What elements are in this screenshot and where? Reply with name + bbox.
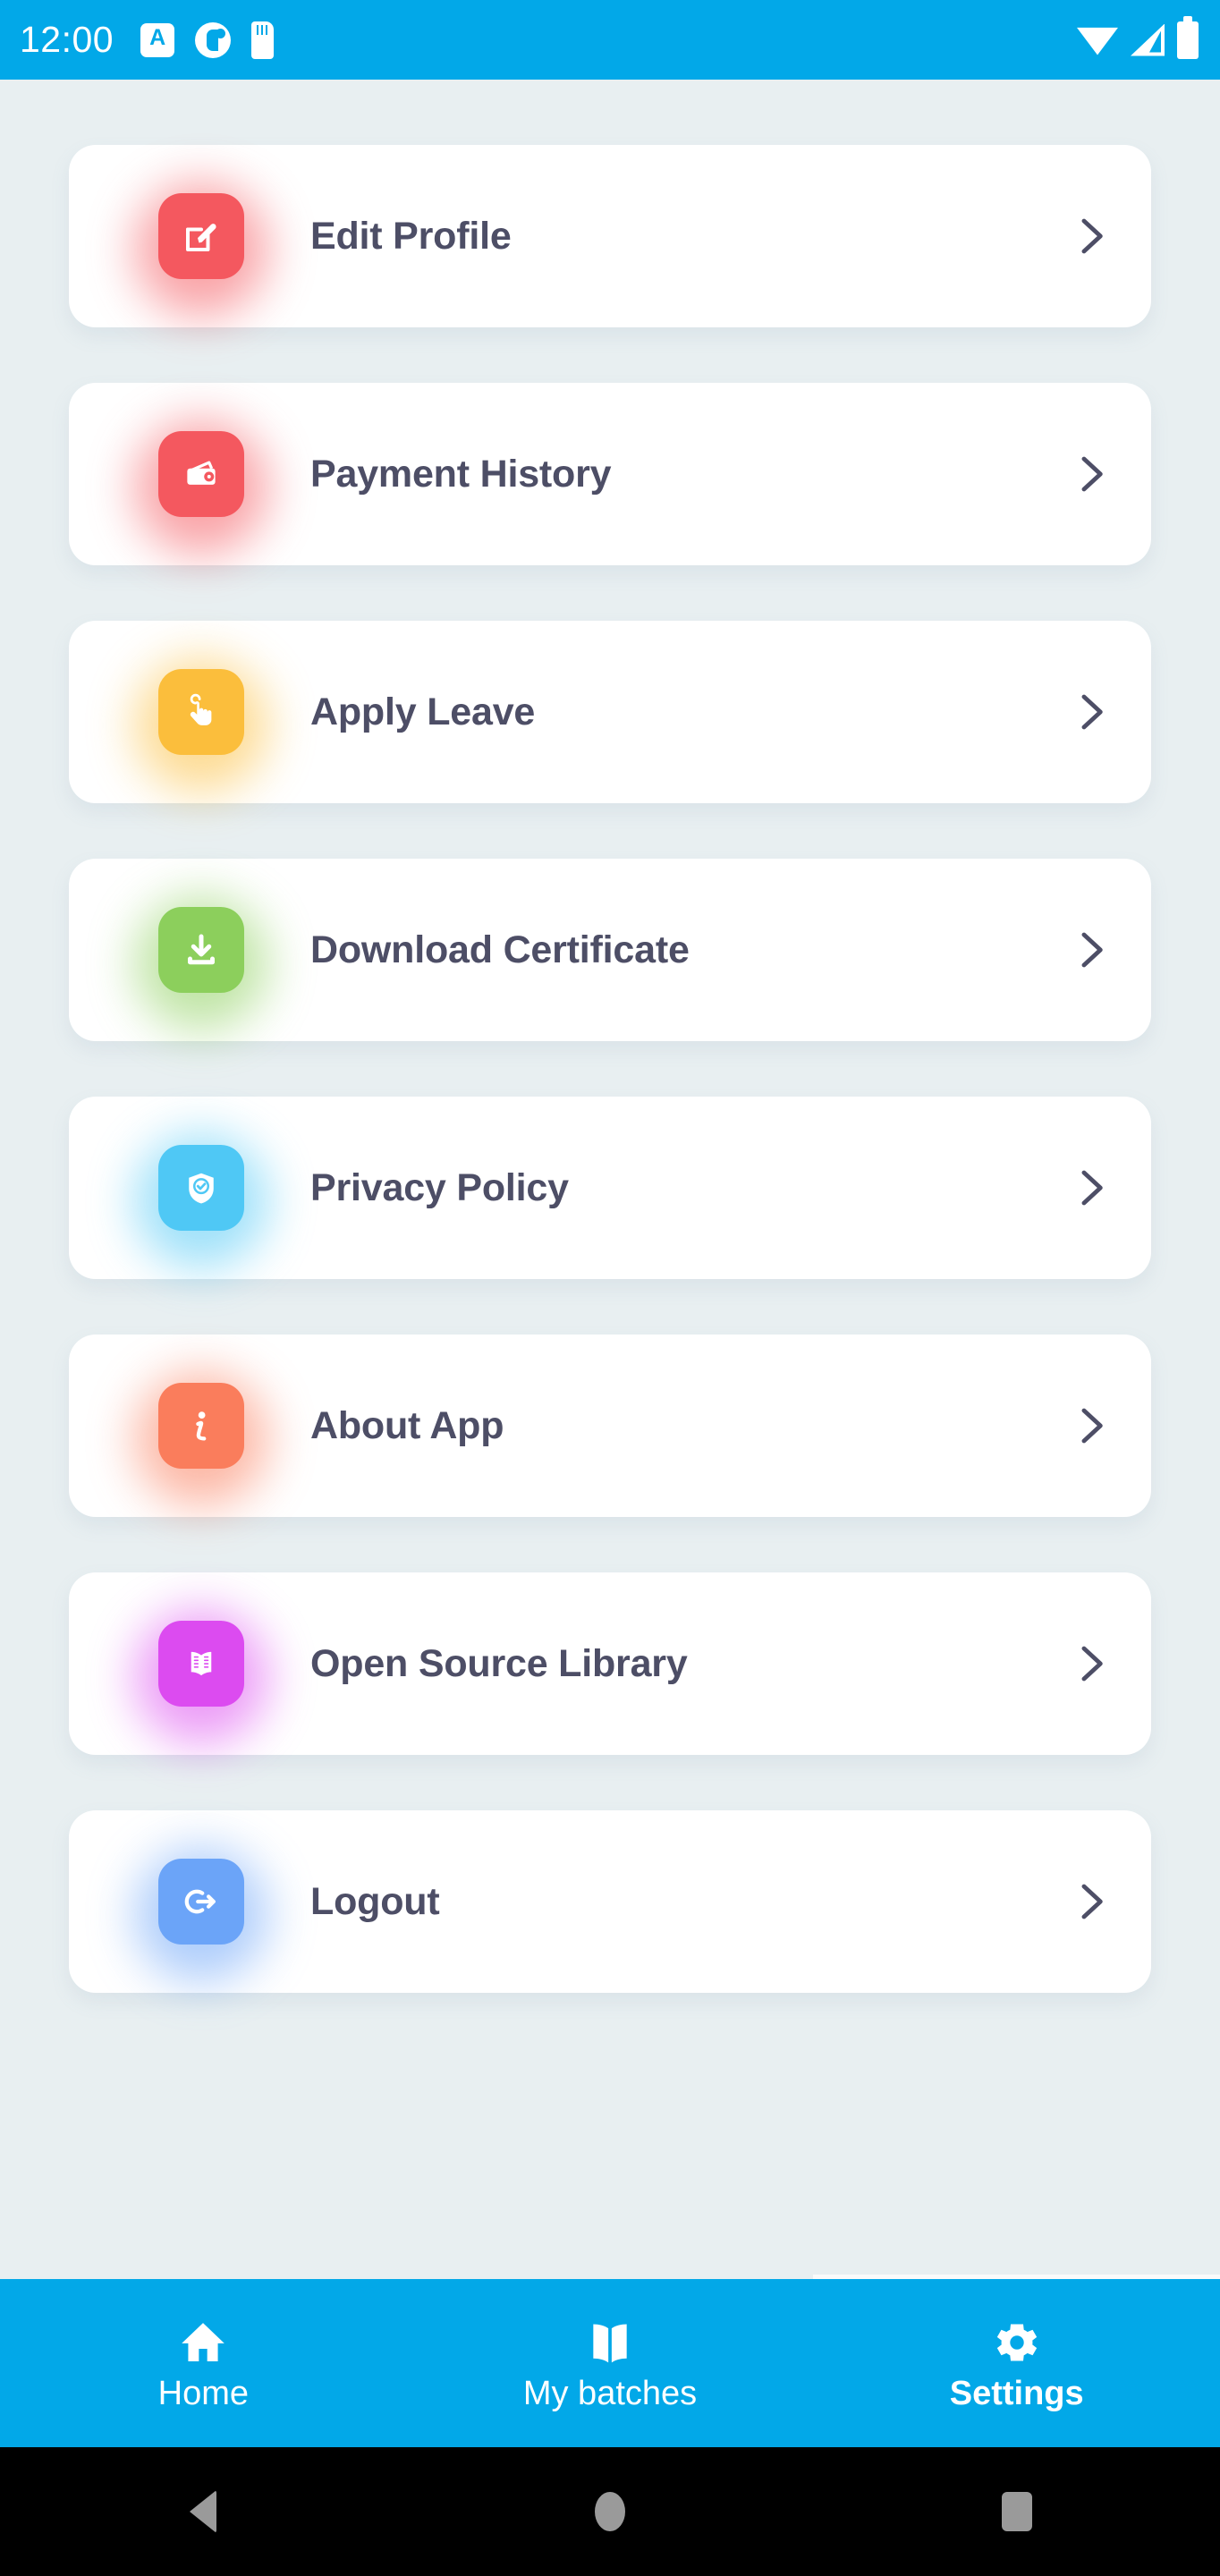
battery-icon <box>1177 15 1199 59</box>
menu-item-wrapper: Logout <box>0 1755 1220 1993</box>
menu-item-icon-holder <box>112 1372 291 1506</box>
bottom-nav-tab-home[interactable]: Home <box>0 2279 407 2447</box>
menu-item-privacy-policy[interactable]: Privacy Policy <box>69 1097 1151 1279</box>
status-bar-left-icons: A <box>140 21 275 59</box>
menu-item-wrapper: About App <box>0 1279 1220 1517</box>
menu-item-label: Apply Leave <box>310 690 536 733</box>
menu-item-label: Payment History <box>310 452 612 496</box>
android-system-navigation <box>0 2447 1220 2576</box>
menu-item-icon-holder <box>112 420 291 555</box>
menu-item-wrapper: Apply Leave <box>0 565 1220 803</box>
menu-item-icon-holder <box>112 1610 291 1744</box>
menu-item-download-certificate[interactable]: Download Certificate <box>69 859 1151 1041</box>
android-back-button[interactable] <box>0 2490 407 2533</box>
keyboard-a-icon: A <box>140 22 175 57</box>
cellular-signal-icon <box>1131 23 1165 56</box>
bottom-nav-tab-my-batches[interactable]: My batches <box>407 2279 814 2447</box>
chevron-right-icon[interactable] <box>1055 1167 1126 1208</box>
edit-pencil-icon <box>158 193 244 279</box>
menu-item-label: Download Certificate <box>310 928 690 971</box>
android-home-button[interactable] <box>407 2492 814 2531</box>
menu-item-wrapper: Edit Profile <box>0 80 1220 327</box>
status-bar-right-icons <box>1077 15 1199 59</box>
chevron-right-icon[interactable] <box>1055 929 1126 970</box>
menu-item-icon-holder <box>112 658 291 792</box>
recents-square-icon <box>1001 2492 1032 2531</box>
menu-item-about-app[interactable]: About App <box>69 1335 1151 1517</box>
menu-item-open-source-library[interactable]: Open Source Library <box>69 1572 1151 1755</box>
shield-check-icon <box>158 1145 244 1231</box>
menu-item-wrapper: Privacy Policy <box>0 1041 1220 1279</box>
open-book-icon <box>158 1621 244 1707</box>
chevron-right-icon[interactable] <box>1055 453 1126 495</box>
book-icon <box>585 2316 635 2368</box>
chevron-right-icon[interactable] <box>1055 691 1126 733</box>
menu-item-logout[interactable]: Logout <box>69 1810 1151 1993</box>
wallet-icon <box>158 431 244 517</box>
chevron-right-icon[interactable] <box>1055 1881 1126 1922</box>
settings-menu-list: Edit Profile Payment History Apply Leave Do… <box>0 80 1220 1993</box>
bottom-nav-tab-label: My batches <box>522 2375 698 2412</box>
do-not-disturb-icon <box>195 21 232 58</box>
logout-arrow-icon <box>158 1859 244 1945</box>
menu-item-label: Edit Profile <box>310 214 512 258</box>
bottom-nav-tab-settings[interactable]: Settings <box>813 2275 1220 2447</box>
menu-item-edit-profile[interactable]: Edit Profile <box>69 145 1151 327</box>
menu-item-label: Logout <box>310 1879 440 1923</box>
menu-item-label: About App <box>310 1403 504 1447</box>
info-icon <box>158 1383 244 1469</box>
gear-icon <box>992 2316 1042 2368</box>
menu-item-icon-holder <box>112 896 291 1030</box>
bottom-nav-tab-label: Settings <box>949 2375 1084 2412</box>
chevron-right-icon[interactable] <box>1055 1405 1126 1446</box>
home-circle-icon <box>595 2492 625 2531</box>
wifi-icon <box>1077 27 1118 55</box>
back-triangle-icon <box>190 2490 217 2533</box>
menu-item-icon-holder <box>112 1134 291 1268</box>
menu-item-payment-history[interactable]: Payment History <box>69 383 1151 565</box>
home-icon <box>178 2316 228 2368</box>
status-bar: 12:00 A <box>0 0 1220 80</box>
chevron-right-icon[interactable] <box>1055 216 1126 257</box>
menu-item-wrapper: Download Certificate <box>0 803 1220 1041</box>
menu-item-label: Privacy Policy <box>310 1165 569 1209</box>
sd-card-icon <box>251 21 275 59</box>
download-icon <box>158 907 244 993</box>
menu-item-wrapper: Open Source Library <box>0 1517 1220 1755</box>
phone-screen: 12:00 A Edit Profile Payment History Apply… <box>0 0 1220 2576</box>
tap-hand-icon <box>158 669 244 755</box>
menu-item-icon-holder <box>112 182 291 317</box>
menu-item-apply-leave[interactable]: Apply Leave <box>69 621 1151 803</box>
menu-item-wrapper: Payment History <box>0 327 1220 565</box>
bottom-navigation-bar: Home My batches Settings <box>0 2275 1220 2447</box>
status-bar-clock: 12:00 <box>20 19 114 60</box>
android-recents-button[interactable] <box>813 2492 1220 2531</box>
menu-item-label: Open Source Library <box>310 1641 688 1685</box>
chevron-right-icon[interactable] <box>1055 1643 1126 1684</box>
menu-item-icon-holder <box>112 1848 291 1982</box>
bottom-nav-tab-label: Home <box>157 2375 250 2412</box>
